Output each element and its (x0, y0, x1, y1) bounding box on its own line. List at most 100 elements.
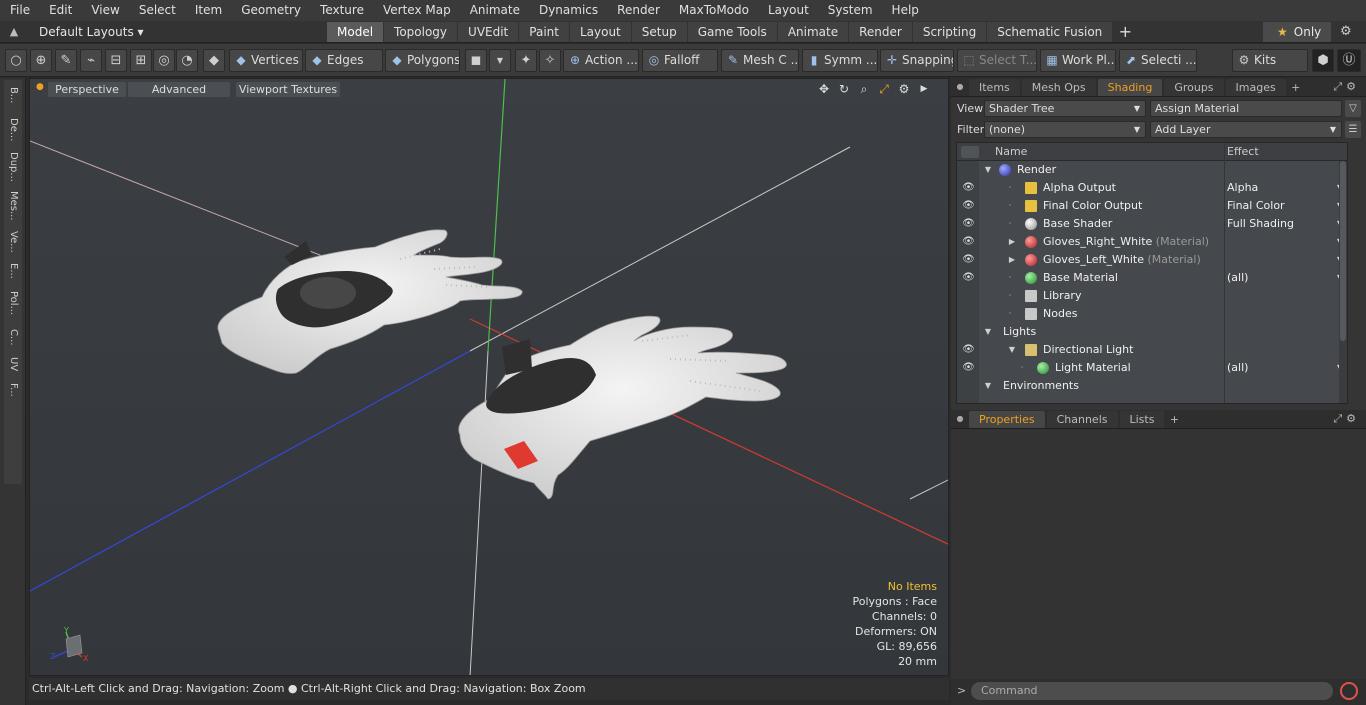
cube-icon[interactable]: ◼ (465, 49, 487, 72)
expand-arrow-icon[interactable]: ▶ (1007, 233, 1017, 251)
tree-scrollbar[interactable] (1339, 161, 1347, 403)
eye-icon[interactable]: 👁 (962, 233, 975, 251)
tree-row-effect[interactable]: Alpha (1227, 179, 1258, 197)
add-layer-dropdown[interactable]: Add Layer ▼ (1150, 121, 1342, 138)
tab-game-tools[interactable]: Game Tools (687, 22, 777, 42)
panel-menu-dot-icon[interactable]: ● (951, 410, 969, 428)
visibility-header-icon[interactable] (961, 146, 979, 158)
viewport-textures-button[interactable]: Viewport Textures (236, 82, 340, 97)
eye-icon[interactable]: 👁 (962, 251, 975, 269)
material-mode-icon[interactable]: ✦ (515, 49, 537, 72)
menu-file[interactable]: File (0, 0, 39, 21)
align-icon[interactable]: ⊟ (105, 49, 127, 72)
circle-select-icon[interactable]: ○ (5, 49, 27, 72)
menu-geometry[interactable]: Geometry (231, 0, 310, 21)
snapping-button[interactable]: ✛ Snapping (880, 49, 954, 72)
column-effect[interactable]: Effect (1227, 143, 1259, 161)
panel-expand-gear-icon[interactable]: ⤢⚙ (1333, 80, 1360, 94)
tab-properties[interactable]: Properties (969, 411, 1045, 428)
collapse-arrow-icon[interactable]: ▼ (983, 323, 993, 341)
tree-row-effect[interactable]: (all) (1227, 269, 1248, 287)
left-tab[interactable]: F... (4, 376, 22, 404)
menu-layout[interactable]: Layout (758, 0, 818, 21)
expand-arrow-icon[interactable]: ▶ (1007, 251, 1017, 269)
tab-layout[interactable]: Layout (569, 22, 631, 42)
assign-material-button[interactable]: Assign Material (1150, 100, 1342, 117)
home-icon[interactable]: ▲ (6, 24, 22, 40)
falloff-button[interactable]: ◎ Falloff (642, 49, 718, 72)
tab-groups[interactable]: Groups (1164, 79, 1224, 96)
action-center-button[interactable]: ⊕ Action ... (563, 49, 639, 72)
left-tab[interactable]: Dup... (4, 150, 22, 184)
viewport-scene[interactable]: Y X Z (30, 79, 949, 676)
tree-row[interactable]: 👁▶Gloves_Left_White (Material)▼ (957, 251, 1347, 269)
polygons-button[interactable]: ◆ Polygons (385, 49, 460, 72)
tree-scrollbar-thumb[interactable] (1340, 161, 1346, 341)
menu-help[interactable]: Help (882, 0, 928, 21)
tab-mesh-ops[interactable]: Mesh Ops (1021, 79, 1096, 96)
menu-render[interactable]: Render (607, 0, 669, 21)
default-layouts-dropdown[interactable]: Default Layouts ▾ (39, 21, 144, 43)
tab-channels[interactable]: Channels (1046, 411, 1118, 428)
center-icon[interactable]: ⊞ (130, 49, 152, 72)
kits-button[interactable]: ⚙ Kits (1232, 49, 1308, 72)
brush-icon[interactable]: ⌁ (80, 49, 102, 72)
tree-row[interactable]: ▼ Lights (957, 323, 1347, 341)
item-mode-icon[interactable]: ◆ (203, 49, 225, 72)
menu-dynamics[interactable]: Dynamics (529, 0, 607, 21)
tree-row-effect[interactable]: (all) (1227, 359, 1248, 377)
zoom-icon[interactable]: ⌕ (854, 81, 874, 97)
left-tab[interactable]: C... (4, 322, 22, 352)
collapse-arrow-icon[interactable]: ▼ (983, 161, 993, 179)
eye-icon[interactable]: 👁 (962, 215, 975, 233)
tab-lists[interactable]: Lists (1119, 411, 1165, 428)
collapse-arrow-icon[interactable]: ▼ (983, 377, 993, 395)
tree-row[interactable]: 👁·Light Material(all)▼ (957, 359, 1347, 377)
pen-icon[interactable]: ✎ (55, 49, 77, 72)
chevron-down-icon[interactable]: ▼ (489, 49, 511, 72)
list-options-icon[interactable]: ☰ (1345, 121, 1361, 138)
tab-images[interactable]: Images (1225, 79, 1286, 96)
only-toggle[interactable]: ★ Only (1263, 22, 1331, 42)
tab-setup[interactable]: Setup (631, 22, 687, 42)
ui-mode-icon[interactable]: ✧ (539, 49, 561, 72)
3d-viewport[interactable]: Y X Z ● Perspective Advanced Viewport Te… (29, 78, 949, 676)
panel-menu-dot-icon[interactable]: ● (951, 78, 969, 96)
record-macro-icon[interactable] (1340, 682, 1358, 700)
snap-icon[interactable]: ◔ (176, 49, 198, 72)
filter-funnel-icon[interactable]: ▽ (1345, 100, 1361, 117)
vertices-button[interactable]: ◆ Vertices (229, 49, 303, 72)
tree-row[interactable]: · Library (957, 287, 1347, 305)
tab-render[interactable]: Render (849, 22, 912, 42)
tree-row[interactable]: 👁·Alpha OutputAlpha▼ (957, 179, 1347, 197)
tab-animate[interactable]: Animate (777, 22, 849, 42)
eye-icon[interactable]: 👁 (962, 179, 975, 197)
advanced-button[interactable]: Advanced (128, 82, 230, 97)
menu-texture[interactable]: Texture (310, 0, 373, 21)
menu-item[interactable]: Item (185, 0, 231, 21)
view-dropdown[interactable]: Shader Tree ▼ (984, 100, 1146, 117)
pivot-icon[interactable]: ◎ (153, 49, 175, 72)
tab-paint[interactable]: Paint (519, 22, 569, 42)
tree-row[interactable]: · Nodes (957, 305, 1347, 323)
play-icon[interactable]: ▶ (914, 81, 934, 97)
mesh-constraints-button[interactable]: ✎ Mesh C ... (721, 49, 799, 72)
gear-icon[interactable]: ⚙ (1340, 24, 1352, 39)
tab-shading[interactable]: Shading (1097, 79, 1163, 96)
menu-vertex-map[interactable]: Vertex Map (373, 0, 460, 21)
left-tab[interactable]: B... (4, 80, 22, 110)
select-through-button[interactable]: ⬚ Select T... (957, 49, 1037, 72)
filter-dropdown[interactable]: (none) ▼ (984, 121, 1146, 138)
rotate-icon[interactable]: ↻ (834, 81, 854, 97)
eye-icon[interactable]: 👁 (962, 359, 975, 377)
eye-icon[interactable]: 👁 (962, 341, 975, 359)
left-tab[interactable]: Ve... (4, 228, 22, 256)
left-tab[interactable]: Mes... (4, 186, 22, 226)
tree-row[interactable]: 👁·Base ShaderFull Shading▼ (957, 215, 1347, 233)
tab-topology[interactable]: Topology (384, 22, 458, 42)
viewport-menu-dot-icon[interactable]: ● (36, 82, 44, 92)
move-icon[interactable]: ✥ (814, 81, 834, 97)
command-input[interactable]: Command (971, 682, 1333, 700)
panel-expand-gear-icon[interactable]: ⤢⚙ (1333, 412, 1360, 426)
tab-uvedit[interactable]: UVEdit (458, 22, 519, 42)
